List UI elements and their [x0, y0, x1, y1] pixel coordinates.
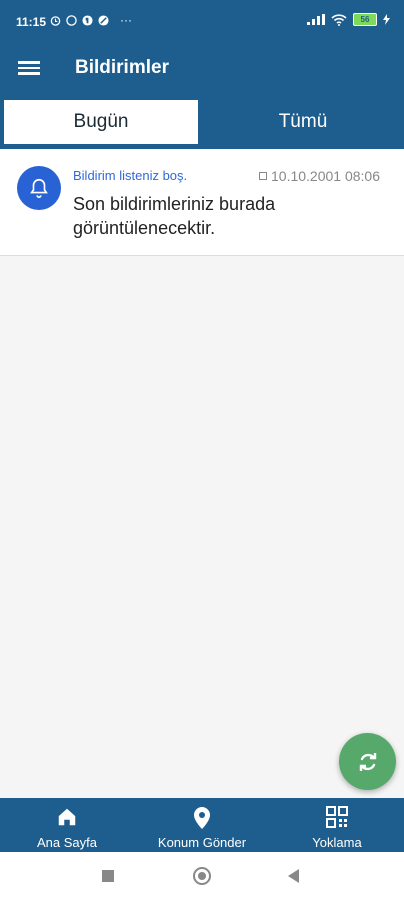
nav-home[interactable]: Ana Sayfa	[0, 798, 134, 852]
qr-code-icon	[326, 806, 348, 828]
alarm-icon	[50, 15, 61, 26]
hamburger-menu-icon[interactable]	[18, 58, 40, 78]
nav-attendance[interactable]: Yoklama	[270, 798, 404, 852]
bell-icon	[17, 166, 61, 210]
more-notifications-indicator: ···	[120, 13, 132, 27]
nav-attendance-label: Yoklama	[312, 835, 362, 850]
whatsapp-icon	[66, 14, 77, 26]
status-time: 11:15	[16, 15, 47, 29]
home-button-icon[interactable]	[193, 867, 211, 885]
refresh-icon	[359, 752, 376, 771]
battery-icon: 56	[353, 13, 377, 26]
app-bar: Bildirimler	[0, 44, 404, 94]
home-icon	[58, 808, 76, 826]
app-notification-icon-2	[98, 14, 109, 26]
status-notification-icons: ···	[50, 13, 132, 27]
bottom-navigation: Ana Sayfa Konum Gönder Yoklama	[0, 798, 404, 852]
location-pin-icon	[194, 807, 210, 829]
charging-icon	[383, 14, 390, 25]
notification-date: 10.10.2001 08:06	[259, 168, 380, 184]
back-icon[interactable]	[288, 869, 299, 883]
nav-home-label: Ana Sayfa	[37, 835, 97, 850]
notification-title: Bildirim listeniz boş.	[73, 168, 188, 183]
notification-item[interactable]: Bildirim listeniz boş. 10.10.2001 08:06 …	[0, 149, 404, 256]
status-bar: 11:15 ··· 56	[0, 0, 404, 44]
wifi-icon	[331, 13, 347, 26]
refresh-button[interactable]	[339, 733, 396, 790]
signal-icon	[307, 14, 325, 25]
notification-date-text: 10.10.2001 08:06	[271, 168, 380, 184]
recent-apps-icon[interactable]	[102, 870, 114, 882]
tab-all[interactable]: Tümü	[206, 100, 400, 144]
system-navigation-bar	[0, 852, 404, 900]
nav-send-location[interactable]: Konum Gönder	[135, 798, 269, 852]
notification-body: Son bildirimleriniz burada görüntülenece…	[73, 194, 276, 238]
tab-today[interactable]: Bugün	[4, 100, 198, 144]
page-title: Bildirimler	[75, 57, 169, 78]
nav-send-location-label: Konum Gönder	[157, 835, 247, 850]
tab-bar: Bugün Tümü	[0, 94, 404, 149]
calendar-icon	[259, 172, 267, 180]
app-notification-icon	[82, 14, 93, 26]
